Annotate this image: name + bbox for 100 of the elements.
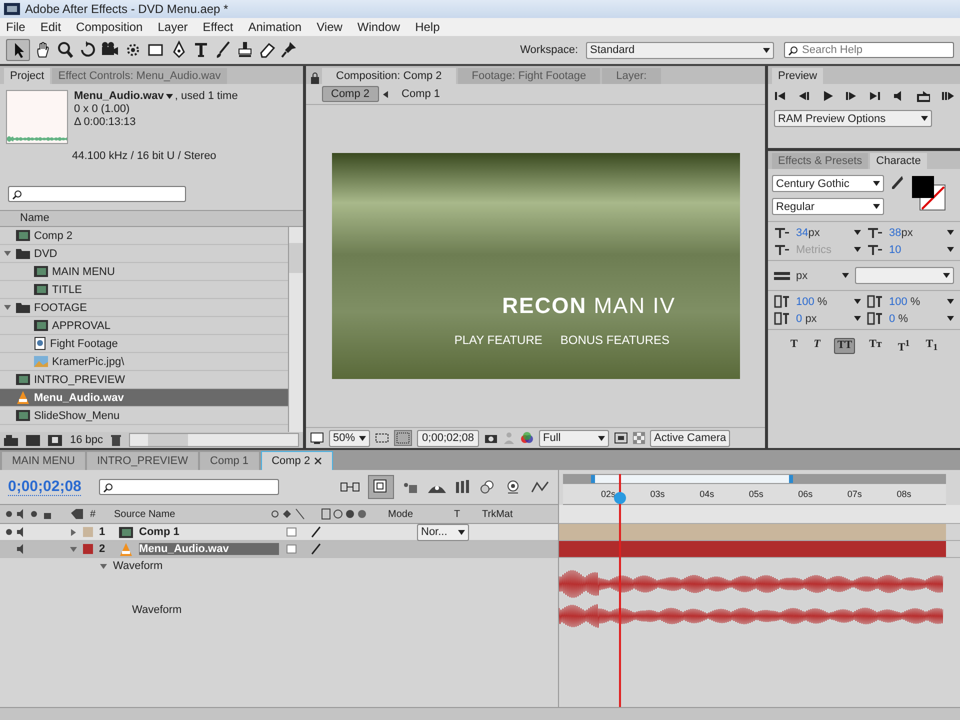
caret-icon[interactable] bbox=[947, 230, 954, 235]
metric-value[interactable]: 0 px bbox=[796, 312, 848, 324]
layer-search-field[interactable] bbox=[99, 479, 280, 495]
text-style-button[interactable]: Tт bbox=[867, 338, 884, 354]
loop-icon[interactable] bbox=[916, 90, 930, 102]
new-composition-icon[interactable] bbox=[48, 434, 62, 446]
project-item[interactable]: KramerPic.jpg\ bbox=[0, 353, 288, 371]
disclosure-triangle-icon[interactable] bbox=[100, 562, 107, 570]
column-header[interactable]: T bbox=[454, 508, 476, 520]
blend-mode-dropdown[interactable]: Nor... bbox=[417, 524, 469, 540]
graph-editor-icon[interactable] bbox=[530, 479, 550, 495]
text-tool-icon[interactable] bbox=[192, 40, 210, 60]
panel-tab[interactable]: Preview bbox=[772, 68, 824, 84]
caret-icon[interactable] bbox=[842, 273, 849, 278]
text-style-button[interactable]: TT bbox=[834, 338, 856, 354]
caret-icon[interactable] bbox=[854, 299, 861, 304]
scrollbar[interactable] bbox=[129, 433, 299, 447]
panel-tab[interactable]: Characte bbox=[870, 153, 927, 169]
project-item[interactable]: Menu_Audio.wav bbox=[0, 389, 288, 407]
pen-icon[interactable] bbox=[170, 40, 188, 60]
menu-item[interactable]: Animation bbox=[248, 20, 302, 34]
workspace-dropdown[interactable]: Standard bbox=[586, 42, 774, 58]
metric-value[interactable]: 0 % bbox=[889, 312, 941, 324]
last-frame-icon[interactable] bbox=[869, 90, 881, 102]
previous-frame-icon[interactable] bbox=[798, 90, 810, 102]
checkerboard-icon[interactable] bbox=[633, 432, 646, 444]
project-item[interactable]: APPROVAL bbox=[0, 317, 288, 335]
stroke-style-dropdown[interactable] bbox=[855, 267, 954, 284]
project-item[interactable]: SlideShow_Menu bbox=[0, 407, 288, 425]
breadcrumb-button[interactable]: Comp 1 bbox=[394, 87, 448, 101]
motion-blur-icon[interactable] bbox=[478, 479, 496, 495]
text-style-button[interactable]: T$^{1}$ bbox=[896, 338, 912, 354]
brush-icon[interactable] bbox=[214, 40, 232, 60]
column-header[interactable]: # bbox=[90, 508, 108, 520]
column-header[interactable]: TrkMat bbox=[482, 508, 513, 520]
panel-tab[interactable]: Project bbox=[4, 68, 50, 84]
disclosure-triangle-icon[interactable] bbox=[4, 304, 11, 311]
timeline-tab[interactable]: Comp 2 bbox=[260, 451, 334, 470]
font-family-dropdown[interactable]: Century Gothic bbox=[772, 175, 884, 192]
live-update-icon[interactable] bbox=[368, 475, 394, 499]
next-frame-icon[interactable] bbox=[845, 90, 857, 102]
project-search-field[interactable] bbox=[8, 186, 186, 202]
project-item[interactable]: DVD bbox=[0, 245, 288, 263]
pin-icon[interactable] bbox=[280, 40, 298, 60]
project-item[interactable]: TITLE bbox=[0, 281, 288, 299]
caret-icon[interactable] bbox=[854, 247, 861, 252]
resolution-dropdown[interactable]: Full bbox=[539, 430, 610, 446]
current-time-display[interactable]: 0;00;02;08 bbox=[417, 430, 480, 446]
text-style-button[interactable]: T$_{1}$ bbox=[924, 338, 940, 354]
column-header[interactable]: Source Name bbox=[114, 508, 264, 520]
text-style-button[interactable]: T bbox=[788, 338, 800, 354]
zoom-dropdown[interactable]: 50% bbox=[329, 430, 370, 446]
metric-value[interactable]: 38px bbox=[889, 226, 941, 238]
monitor-icon[interactable] bbox=[310, 432, 324, 444]
play-icon[interactable] bbox=[822, 90, 834, 102]
breadcrumb-button[interactable]: Comp 2 bbox=[322, 86, 379, 102]
transparency-grid-icon[interactable] bbox=[394, 430, 412, 446]
property-name[interactable]: Waveform bbox=[113, 560, 163, 572]
project-item[interactable]: MAIN MENU bbox=[0, 263, 288, 281]
eyedropper-icon[interactable] bbox=[890, 175, 904, 191]
menu-item[interactable]: File bbox=[6, 20, 26, 34]
item-name[interactable]: Menu_Audio.wav bbox=[74, 90, 164, 103]
lock-icon[interactable] bbox=[310, 72, 320, 84]
region-icon[interactable] bbox=[375, 432, 390, 444]
disclosure-triangle-icon[interactable] bbox=[70, 546, 77, 552]
caret-icon[interactable] bbox=[947, 247, 954, 252]
preview-options-dropdown[interactable]: RAM Preview Options bbox=[774, 110, 932, 127]
camera-view-dropdown[interactable]: Active Camera bbox=[650, 430, 730, 446]
first-frame-icon[interactable] bbox=[774, 90, 786, 102]
menu-item[interactable]: Layer bbox=[158, 20, 188, 34]
caret-icon[interactable] bbox=[166, 94, 173, 99]
color-channels-icon[interactable] bbox=[520, 432, 534, 444]
bit-depth-button[interactable]: 16 bpc bbox=[70, 434, 104, 446]
stroke-width-value[interactable]: px bbox=[796, 270, 836, 282]
snapshot-camera-icon[interactable] bbox=[484, 432, 498, 444]
timeline-tab[interactable]: INTRO_PREVIEW bbox=[86, 452, 198, 470]
ram-preview-icon[interactable] bbox=[942, 90, 954, 102]
layer-row[interactable]: 1 Comp 1 Nor... bbox=[0, 524, 558, 541]
label-color-swatch[interactable] bbox=[83, 544, 93, 554]
menu-item[interactable]: Window bbox=[357, 20, 400, 34]
time-ruler[interactable]: 02s 03s 04s 05s 06s 07s 08s bbox=[563, 484, 946, 505]
project-item[interactable]: Fight Footage bbox=[0, 335, 288, 353]
column-header[interactable]: Mode bbox=[388, 508, 448, 520]
stamp-icon[interactable] bbox=[236, 40, 254, 60]
caret-icon[interactable] bbox=[947, 299, 954, 304]
region-of-interest-icon[interactable] bbox=[614, 432, 628, 444]
metric-value[interactable]: 100 % bbox=[889, 296, 941, 308]
layer-name[interactable]: Menu_Audio.wav bbox=[139, 543, 279, 555]
menu-item[interactable]: Effect bbox=[202, 20, 234, 34]
panel-tab[interactable]: Composition: Comp 2 bbox=[322, 68, 456, 84]
timeline-tab[interactable]: MAIN MENU bbox=[2, 452, 85, 470]
timeline-tab[interactable]: Comp 1 bbox=[200, 452, 259, 470]
layer-row[interactable]: 2 Menu_Audio.wav bbox=[0, 541, 558, 558]
label-color-swatch[interactable] bbox=[83, 527, 93, 537]
close-icon[interactable] bbox=[314, 457, 322, 465]
trash-icon[interactable] bbox=[111, 434, 122, 446]
scrollbar[interactable] bbox=[288, 227, 303, 432]
eraser-icon[interactable] bbox=[258, 40, 276, 60]
menu-item[interactable]: Help bbox=[415, 20, 440, 34]
menu-item[interactable]: Edit bbox=[40, 20, 62, 34]
